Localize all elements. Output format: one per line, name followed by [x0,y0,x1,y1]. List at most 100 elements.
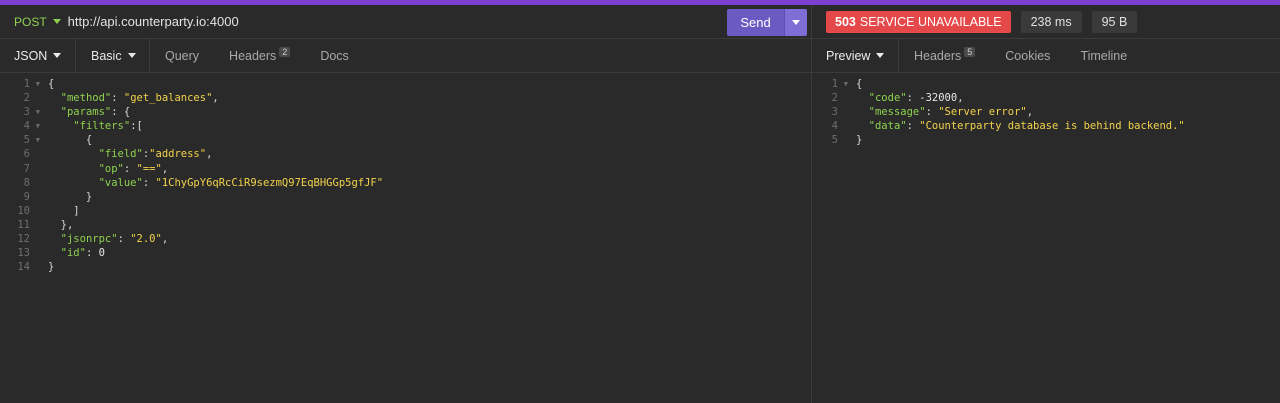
line-number: 1 ▼ [0,77,44,91]
send-options-button[interactable] [784,9,807,36]
json-punctuation: , [1026,106,1034,119]
line-number: 8 [0,176,44,190]
code-line: 11 }, [0,218,811,232]
fold-arrow-icon[interactable]: ▼ [840,77,848,91]
json-punctuation [48,247,61,259]
code-line: 4 ▼ "filters":[ [0,119,811,133]
tab-json[interactable]: JSON [0,39,76,72]
caret-down-icon [53,53,62,58]
fold-arrow-icon[interactable]: ▼ [32,119,40,133]
line-number: 10 [0,204,44,218]
code-text: "message": "Server error", [852,105,1033,119]
line-number-text: 13 [17,247,30,260]
fold-arrow-icon [840,105,848,119]
request-bar: POST http://api.counterparty.io:4000 Sen… [0,5,811,38]
tab-label: JSON [14,48,48,63]
fold-arrow-icon[interactable]: ▼ [32,105,40,119]
tab-headers[interactable]: Headers 2 [214,39,305,72]
tab-timeline[interactable]: Timeline [1065,39,1142,72]
tab-query[interactable]: Query [150,39,214,72]
json-string: "Server error" [938,106,1027,119]
response-preview: 1 ▼{2 "code": -32000, 3 "message": "Server… [812,77,1280,147]
line-number-text: 12 [17,233,30,246]
send-button[interactable]: Send [727,9,784,36]
line-number: 14 [0,260,44,274]
caret-down-icon [127,53,136,58]
json-punctuation: } [856,134,863,147]
code-line: 9 } [0,190,811,204]
tab-label: Headers [229,48,277,63]
json-punctuation: , [161,162,169,175]
fold-arrow-icon[interactable]: ▼ [32,77,40,91]
method-label: POST [14,14,47,29]
code-text: "method": "get_balances", [44,91,219,105]
request-body-editor[interactable]: 1 ▼{2 "method": "get_balances", 3 ▼ "params… [0,77,811,274]
json-string: "get_balances" [123,92,213,105]
json-punctuation: , [161,233,169,246]
response-time: 238 ms [1020,10,1082,33]
url-input[interactable]: http://api.counterparty.io:4000 [68,14,708,29]
code-text: "filters":[ [44,119,143,133]
code-text: { [44,77,54,91]
code-text: "code": -32000, [852,91,964,105]
caret-down-icon [876,53,885,58]
code-text: } [44,260,54,274]
code-text: "op": "==", [44,162,169,176]
json-punctuation: , [212,92,219,105]
tab-basic[interactable]: Basic [76,39,150,72]
tab-label: Docs [320,48,349,63]
tab-docs[interactable]: Docs [305,39,363,72]
method-selector[interactable]: POST [14,15,61,29]
code-text: "data": "Counterparty database is behind… [852,119,1185,133]
line-number-text: 2 [23,92,30,105]
json-string: "1ChyGpY6qRcCiR9sezmQ97EqBHGGp5gfJF" [155,176,384,189]
json-punctuation [856,120,869,132]
json-punctuation [856,92,869,104]
json-punctuation: : [111,92,124,105]
json-string: "2.0" [130,233,162,246]
fold-arrow-icon [32,260,40,274]
json-punctuation: , [957,92,964,105]
line-number: 7 [0,162,44,176]
line-number-text: 6 [23,148,30,161]
fold-arrow-icon [840,119,848,133]
response-tabs: Preview Headers 5 Cookies Timeline [812,38,1280,73]
line-number-text: 5 [23,134,30,147]
pane-divider[interactable] [811,5,812,403]
code-text: "value": "1ChyGpY6qRcCiR9sezmQ97EqBHGGp5… [44,176,384,190]
json-punctuation: { [48,78,55,90]
json-punctuation: { [48,134,93,147]
code-line: 3 "message": "Server error", [812,105,1280,119]
fold-arrow-icon [32,162,40,176]
tab-cookies[interactable]: Cookies [990,39,1065,72]
tab-label: Headers [914,48,962,63]
code-line: 13 "id": 0 [0,246,811,260]
json-punctuation: : [123,162,137,175]
line-number: 13 [0,246,44,260]
line-number-text: 9 [23,190,30,203]
json-key: "method" [60,92,112,105]
line-number-text: 10 [17,204,30,217]
json-punctuation: } [48,261,55,274]
fold-arrow-icon [32,91,40,105]
line-number: 11 [0,218,44,232]
tab-response-headers[interactable]: Headers 5 [899,39,990,72]
line-number: 3 [812,105,852,119]
line-number: 4 ▼ [0,119,44,133]
json-punctuation: } [48,190,93,203]
json-key: "code" [868,92,907,105]
line-number: 1 ▼ [812,77,852,91]
headers-count-badge: 5 [964,46,976,57]
line-number-text: 1 [23,78,30,90]
code-text: } [852,133,862,147]
tab-preview[interactable]: Preview [812,39,899,72]
fold-arrow-icon[interactable]: ▼ [32,133,40,147]
json-string: "==" [136,162,162,175]
json-punctuation [48,233,61,245]
tab-label: Cookies [1005,48,1051,63]
json-punctuation: : [906,120,920,133]
fold-arrow-icon [840,91,848,105]
json-punctuation [48,92,61,104]
json-punctuation [48,120,73,132]
line-number-text: 5 [831,134,838,147]
